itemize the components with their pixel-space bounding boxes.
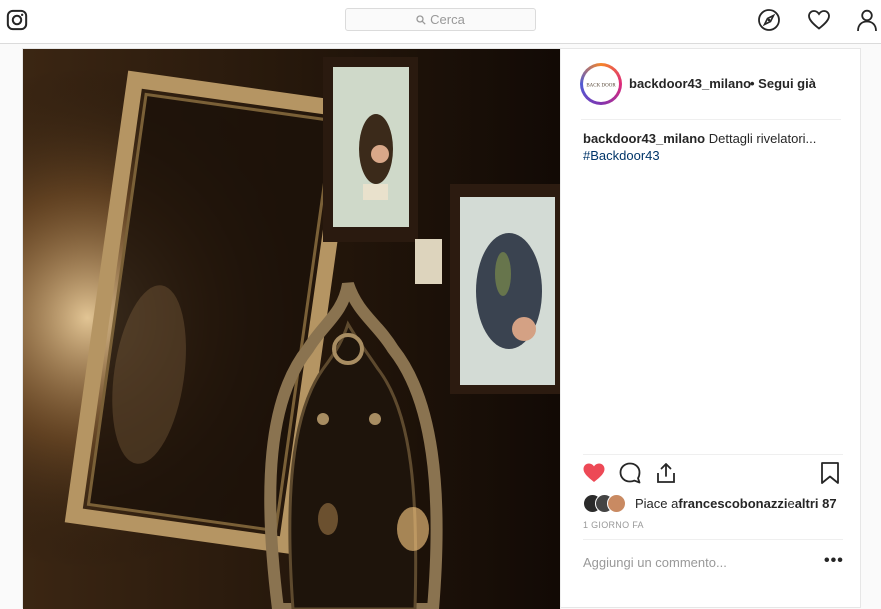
follow-status[interactable]: • Segui già [750, 76, 816, 91]
svg-text:BACK DOOR: BACK DOOR [586, 84, 616, 89]
photo-illustration [23, 49, 560, 609]
top-navigation-bar: Cerca [0, 0, 881, 44]
post-caption: backdoor43_milano Dettagli rivelatori...… [583, 130, 843, 164]
author-username[interactable]: backdoor43_milano [629, 76, 751, 91]
post-sidebar: BACK DOOR backdoor43_milano • Segui già … [560, 49, 861, 609]
heart-icon[interactable] [807, 8, 831, 32]
divider [581, 119, 841, 120]
post-card: BACK DOOR backdoor43_milano • Segui già … [22, 48, 861, 609]
more-options-button[interactable]: ••• [824, 552, 844, 570]
likes-others[interactable]: altri 87 [795, 496, 837, 511]
comment-icon[interactable] [618, 461, 642, 485]
liker-avatars [583, 494, 631, 513]
avatar-logo: BACK DOOR [583, 66, 619, 102]
compass-icon[interactable] [757, 8, 781, 32]
post-timestamp[interactable]: 1 GIORNO FA [583, 520, 644, 530]
person-icon[interactable] [855, 8, 879, 32]
search-input[interactable]: Cerca [345, 8, 536, 31]
caption-text: Dettagli rivelatori... [705, 131, 817, 146]
avatar [607, 494, 626, 513]
likes-prefix: Piace a [635, 495, 679, 511]
likes-summary[interactable]: Piace a francescobonazzi e altri 87 [583, 493, 837, 513]
avatar[interactable]: BACK DOOR [580, 63, 622, 105]
post-image[interactable] [23, 49, 560, 609]
bookmark-icon[interactable] [818, 461, 842, 485]
search-placeholder: Cerca [430, 12, 465, 27]
divider [583, 539, 843, 540]
instagram-icon[interactable] [6, 9, 28, 31]
heart-filled-icon[interactable] [582, 461, 606, 485]
search-icon [416, 14, 426, 25]
post-header: BACK DOOR backdoor43_milano • Segui già [561, 49, 861, 120]
divider [583, 454, 843, 455]
likes-conjunction: e [787, 495, 795, 511]
caption-username[interactable]: backdoor43_milano [583, 131, 705, 146]
comment-input[interactable]: Aggiungi un commento... [583, 555, 727, 570]
liker-username[interactable]: francescobonazzi [678, 496, 787, 511]
hashtag-link[interactable]: #Backdoor43 [583, 148, 660, 163]
share-icon[interactable] [654, 461, 678, 485]
brand-logo-icon: BACK DOOR [586, 84, 616, 89]
